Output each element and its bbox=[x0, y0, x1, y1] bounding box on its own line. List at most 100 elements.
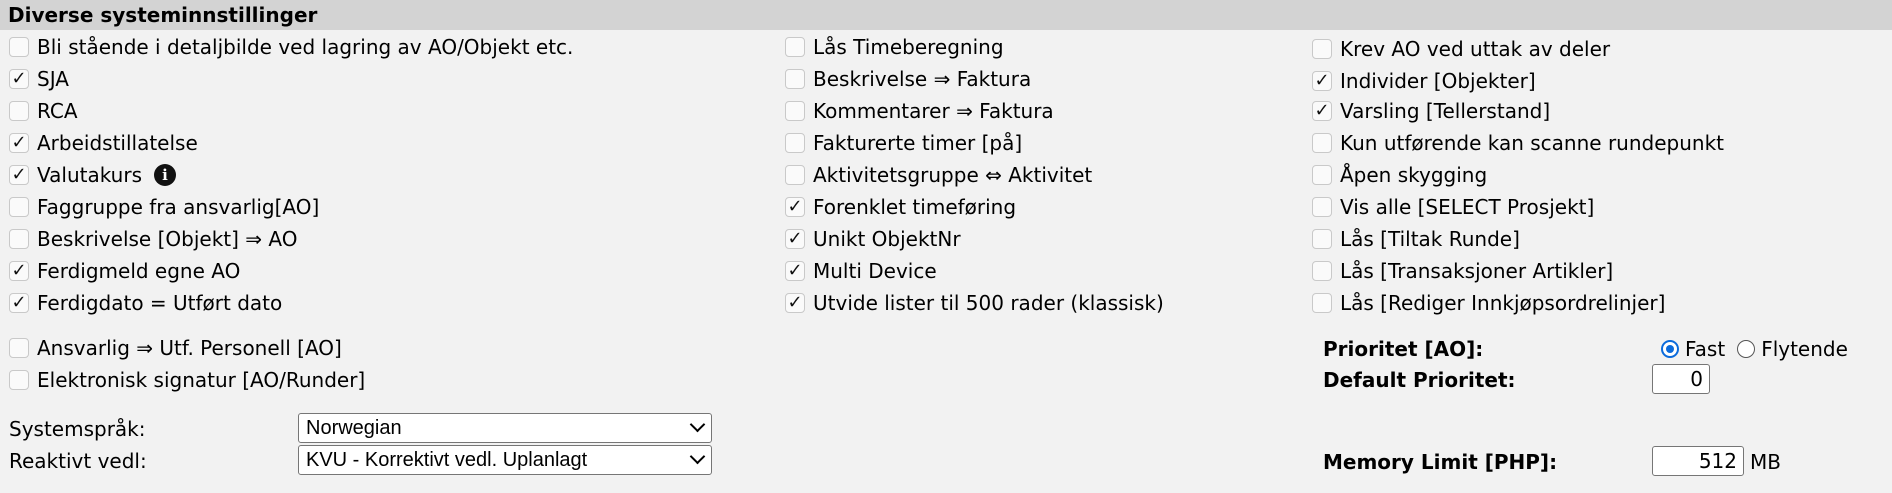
setting-las-timeberegning[interactable]: Lås Timeberegning bbox=[785, 32, 1004, 62]
reaktivt-label: Reaktivt vedl: bbox=[9, 449, 147, 473]
setting-vis-alle[interactable]: Vis alle [SELECT Prosjekt] bbox=[1312, 192, 1594, 222]
setting-label: Faggruppe fra ansvarlig[AO] bbox=[37, 195, 320, 219]
info-icon[interactable]: i bbox=[154, 164, 176, 186]
setting-label: Kun utførende kan scanne rundepunkt bbox=[1340, 131, 1724, 155]
memory-limit-unit: MB bbox=[1750, 450, 1781, 474]
checkbox[interactable] bbox=[9, 101, 29, 121]
setting-elektronisk-signatur[interactable]: Elektronisk signatur [AO/Runder] bbox=[9, 365, 365, 395]
setting-kun-utforende[interactable]: Kun utførende kan scanne rundepunkt bbox=[1312, 128, 1724, 158]
setting-label: Lås [Tiltak Runde] bbox=[1340, 227, 1520, 251]
section-header: Diverse systeminnstillinger bbox=[0, 0, 1892, 30]
checkbox[interactable] bbox=[9, 229, 29, 249]
setting-label: Forenklet timeføring bbox=[813, 195, 1017, 219]
setting-apen-skygging[interactable]: Åpen skygging bbox=[1312, 160, 1487, 190]
chevron-down-icon bbox=[689, 416, 706, 433]
setting-ferdigmeld[interactable]: Ferdigmeld egne AO bbox=[9, 256, 240, 286]
default-prioritet-input[interactable]: 0 bbox=[1652, 364, 1710, 394]
radio-flytende-label: Flytende bbox=[1761, 337, 1848, 361]
setting-las-transaksjoner[interactable]: Lås [Transaksjoner Artikler] bbox=[1312, 256, 1613, 286]
setting-multi-device[interactable]: Multi Device bbox=[785, 256, 937, 286]
systemsprak-select[interactable]: Norwegian bbox=[298, 413, 712, 443]
checkbox[interactable] bbox=[785, 197, 805, 217]
prioritet-radio-group: Fast Flytende bbox=[1661, 334, 1848, 364]
setting-valutakurs[interactable]: Valutakurs i bbox=[9, 160, 176, 190]
setting-ansvarlig-utf[interactable]: Ansvarlig ⇒ Utf. Personell [AO] bbox=[9, 333, 342, 363]
setting-label: Aktivitetsgruppe ⇔ Aktivitet bbox=[813, 163, 1093, 187]
memory-limit-label: Memory Limit [PHP]: bbox=[1323, 450, 1558, 474]
setting-ferdigdato[interactable]: Ferdigdato = Utført dato bbox=[9, 288, 282, 318]
setting-beskrivelse-faktura[interactable]: Beskrivelse ⇒ Faktura bbox=[785, 64, 1031, 94]
setting-utvide-lister[interactable]: Utvide lister til 500 rader (klassisk) bbox=[785, 288, 1164, 318]
checkbox[interactable] bbox=[785, 229, 805, 249]
checkbox[interactable] bbox=[1312, 261, 1332, 281]
setting-label: Beskrivelse ⇒ Faktura bbox=[813, 67, 1032, 91]
setting-unikt-objektnr[interactable]: Unikt ObjektNr bbox=[785, 224, 961, 254]
setting-krev-ao[interactable]: Krev AO ved uttak av deler bbox=[1312, 34, 1610, 64]
setting-sja[interactable]: SJA bbox=[9, 64, 69, 94]
setting-beskrivelse-objekt[interactable]: Beskrivelse [Objekt] ⇒ AO bbox=[9, 224, 297, 254]
systemsprak-label: Systemspråk: bbox=[9, 417, 146, 441]
checkbox[interactable] bbox=[9, 293, 29, 313]
checkbox[interactable] bbox=[785, 101, 805, 121]
setting-label: Varsling [Tellerstand] bbox=[1340, 99, 1551, 123]
checkbox[interactable] bbox=[9, 37, 29, 57]
systemsprak-value: Norwegian bbox=[306, 417, 402, 439]
checkbox[interactable] bbox=[1312, 39, 1332, 59]
setting-fakturerte-timer[interactable]: Fakturerte timer [på] bbox=[785, 128, 1022, 158]
setting-forenklet-timeforing[interactable]: Forenklet timeføring bbox=[785, 192, 1016, 222]
setting-faggruppe[interactable]: Faggruppe fra ansvarlig[AO] bbox=[9, 192, 319, 222]
checkbox[interactable] bbox=[785, 133, 805, 153]
setting-label: Individer [Objekter] bbox=[1340, 69, 1536, 93]
radio-flytende[interactable] bbox=[1737, 340, 1756, 358]
checkbox[interactable] bbox=[9, 69, 29, 89]
prioritet-label: Prioritet [AO]: bbox=[1323, 337, 1484, 361]
setting-aktivitetsgruppe[interactable]: Aktivitetsgruppe ⇔ Aktivitet bbox=[785, 160, 1092, 190]
radio-fast[interactable] bbox=[1661, 340, 1679, 358]
checkbox[interactable] bbox=[1312, 133, 1332, 153]
checkbox[interactable] bbox=[9, 133, 29, 153]
setting-label: Lås Timeberegning bbox=[813, 35, 1004, 59]
checkbox[interactable] bbox=[1312, 229, 1332, 249]
checkbox[interactable] bbox=[1312, 101, 1332, 121]
setting-label: Elektronisk signatur [AO/Runder] bbox=[37, 368, 366, 392]
checkbox[interactable] bbox=[1312, 71, 1332, 91]
setting-label: Utvide lister til 500 rader (klassisk) bbox=[813, 291, 1164, 315]
setting-label: Lås [Transaksjoner Artikler] bbox=[1340, 259, 1614, 283]
setting-label: Valutakurs bbox=[37, 163, 142, 187]
checkbox[interactable] bbox=[1312, 165, 1332, 185]
reaktivt-value: KVU - Korrektivt vedl. Uplanlagt bbox=[306, 449, 588, 471]
setting-label: Arbeidstillatelse bbox=[37, 131, 198, 155]
setting-label: Ansvarlig ⇒ Utf. Personell [AO] bbox=[37, 336, 342, 360]
setting-label: Lås [Rediger Innkjøpsordrelinjer] bbox=[1340, 291, 1666, 315]
setting-rca[interactable]: RCA bbox=[9, 96, 78, 126]
checkbox[interactable] bbox=[9, 197, 29, 217]
checkbox[interactable] bbox=[1312, 293, 1332, 313]
setting-label: Krev AO ved uttak av deler bbox=[1340, 37, 1611, 61]
setting-label: RCA bbox=[37, 99, 78, 123]
checkbox[interactable] bbox=[785, 69, 805, 89]
reaktivt-select[interactable]: KVU - Korrektivt vedl. Uplanlagt bbox=[298, 445, 712, 475]
setting-las-rediger[interactable]: Lås [Rediger Innkjøpsordrelinjer] bbox=[1312, 288, 1665, 318]
default-prioritet-label: Default Prioritet: bbox=[1323, 368, 1516, 392]
setting-varsling[interactable]: Varsling [Tellerstand] bbox=[1312, 96, 1550, 126]
checkbox[interactable] bbox=[9, 338, 29, 358]
checkbox[interactable] bbox=[785, 37, 805, 57]
memory-limit-input[interactable]: 512 bbox=[1652, 446, 1744, 476]
setting-label: Bli stående i detaljbilde ved lagring av… bbox=[37, 35, 574, 59]
checkbox[interactable] bbox=[1312, 197, 1332, 217]
checkbox[interactable] bbox=[9, 370, 29, 390]
setting-label: SJA bbox=[37, 67, 69, 91]
setting-individer[interactable]: Individer [Objekter] bbox=[1312, 66, 1536, 96]
checkbox[interactable] bbox=[785, 261, 805, 281]
setting-label: Kommentarer ⇒ Faktura bbox=[813, 99, 1054, 123]
setting-label: Ferdigdato = Utført dato bbox=[37, 291, 283, 315]
setting-label: Unikt ObjektNr bbox=[813, 227, 961, 251]
checkbox[interactable] bbox=[785, 165, 805, 185]
setting-arbeidstillatelse[interactable]: Arbeidstillatelse bbox=[9, 128, 198, 158]
checkbox[interactable] bbox=[9, 261, 29, 281]
setting-las-tiltak[interactable]: Lås [Tiltak Runde] bbox=[1312, 224, 1520, 254]
checkbox[interactable] bbox=[785, 293, 805, 313]
setting-stay-in-detail[interactable]: Bli stående i detaljbilde ved lagring av… bbox=[9, 32, 573, 62]
setting-kommentarer-faktura[interactable]: Kommentarer ⇒ Faktura bbox=[785, 96, 1054, 126]
checkbox[interactable] bbox=[9, 165, 29, 185]
